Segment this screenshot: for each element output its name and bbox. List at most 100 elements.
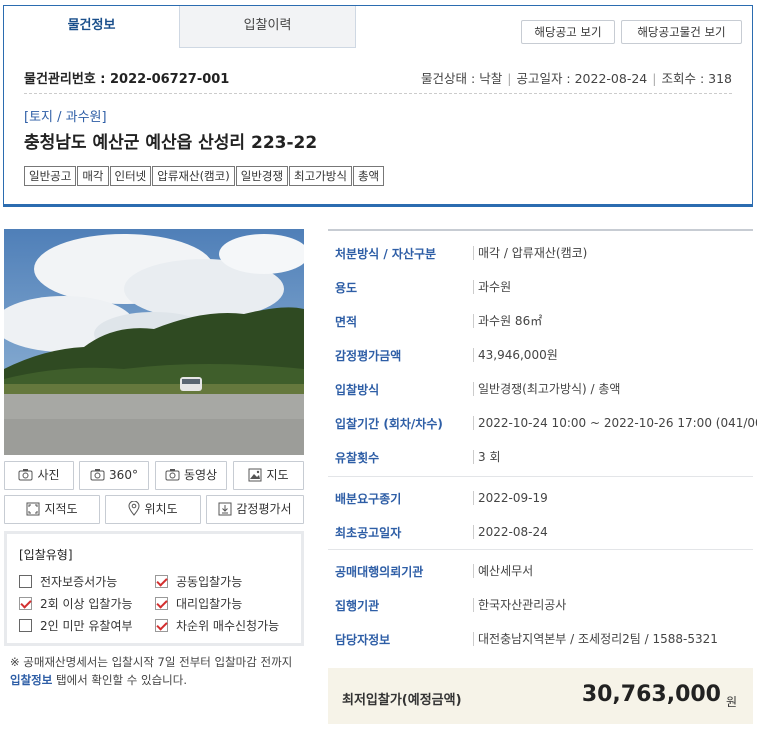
detail-label: 감정평가금액 xyxy=(335,349,402,363)
divider xyxy=(328,549,753,550)
detail-row: 공매대행의뢰기관 예산세무서 xyxy=(328,555,753,589)
bid-option: 2회 이상 입찰가능 xyxy=(19,595,133,612)
detail-value: 2022-09-19 xyxy=(473,491,548,505)
tag: 매각 xyxy=(77,166,109,186)
tag: 일반공고 xyxy=(24,166,77,186)
detail-row: 처분방식 / 자산구분 매각 / 압류재산(캠코) xyxy=(328,237,753,271)
view-360-button[interactable]: 360° xyxy=(79,461,149,490)
detail-label: 유찰횟수 xyxy=(335,451,380,465)
map-pin-icon xyxy=(128,500,140,516)
item-status: 물건상태 : 낙찰 xyxy=(421,71,503,86)
tag: 일반경쟁 xyxy=(235,166,289,186)
note-suffix: 탭에서 확인할 수 있습니다. xyxy=(55,673,187,687)
detail-value: 매각 / 압류재산(캠코) xyxy=(473,246,587,260)
detail-value: 2022-10-24 10:00 ~ 2022-10-26 17:00 (041… xyxy=(473,416,757,430)
map-button-label: 지도 xyxy=(266,468,289,482)
tag: 총액 xyxy=(352,166,385,186)
bid-option-label: 2인 미만 유찰여부 xyxy=(40,619,133,633)
photo-button[interactable]: 사진 xyxy=(4,461,74,490)
minimum-bid-panel: 최저입찰가(예정금액) 30,763,000 원 xyxy=(328,668,753,724)
checkbox-unchecked-icon xyxy=(19,575,32,588)
bid-option-label: 대리입찰가능 xyxy=(176,597,243,611)
detail-value: 3 회 xyxy=(473,450,501,464)
view-360-button-label: 360° xyxy=(109,468,138,482)
detail-label: 배분요구종기 xyxy=(335,492,402,506)
video-button[interactable]: 동영상 xyxy=(155,461,227,490)
detail-row: 면적 과수원 86㎡ xyxy=(328,305,753,339)
view-count: 조회수 : 318 xyxy=(661,71,732,86)
camera-icon xyxy=(90,469,105,481)
view-notice-button[interactable]: 해당공고 보기 xyxy=(521,20,615,44)
minimum-bid-amount: 30,763,000 xyxy=(581,682,721,707)
tab-item-info[interactable]: 물건정보 xyxy=(4,6,180,48)
detail-row: 입찰방식 일반경쟁(최고가방식) / 총액 xyxy=(328,373,753,407)
tag: 최고가방식 xyxy=(289,166,352,186)
detail-value: 한국자산관리공사 xyxy=(473,598,566,612)
item-status-line: 물건상태 : 낙찰 | 공고일자 : 2022-08-24 | 조회수 : 318 xyxy=(421,71,732,86)
detail-value: 대전충남지역본부 / 조세정리2팀 / 1588-5321 xyxy=(473,632,718,646)
bid-option: 대리입찰가능 xyxy=(155,595,242,612)
detail-label: 입찰기간 (회차/차수) xyxy=(335,417,443,431)
tag: 인터넷 xyxy=(109,166,152,186)
tag-list: 일반공고 매각 인터넷 압류재산(캠코) 일반경쟁 최고가방식 총액 xyxy=(24,166,385,186)
detail-value: 과수원 86㎡ xyxy=(473,314,542,328)
minimum-bid-unit: 원 xyxy=(725,695,737,709)
cadastral-map-button[interactable]: 지적도 xyxy=(4,495,100,524)
detail-value: 2022-08-24 xyxy=(473,525,548,539)
detail-row: 유찰횟수 3 회 xyxy=(328,441,753,475)
detail-row: 용도 과수원 xyxy=(328,271,753,305)
detail-label: 집행기관 xyxy=(335,599,380,613)
detail-value: 일반경쟁(최고가방식) / 총액 xyxy=(473,382,620,396)
bid-option-label: 차순위 매수신청가능 xyxy=(176,619,280,633)
detail-table: 처분방식 / 자산구분 매각 / 압류재산(캠코) 용도 과수원 면적 과수원 86㎡… xyxy=(328,229,757,660)
checkbox-unchecked-icon xyxy=(19,619,32,632)
bid-info-link[interactable]: 입찰정보 xyxy=(10,673,52,687)
cadastral-map-button-label: 지적도 xyxy=(44,502,78,516)
photo-button-label: 사진 xyxy=(37,468,60,482)
bid-option: 2인 미만 유찰여부 xyxy=(19,617,133,634)
detail-label: 최초공고일자 xyxy=(335,526,402,540)
item-photo[interactable] xyxy=(4,229,304,455)
detail-row: 최초공고일자 2022-08-24 xyxy=(328,516,753,550)
minimum-bid-label: 최저입찰가(예정금액) xyxy=(342,693,462,708)
detail-row: 입찰기간 (회차/차수) 2022-10-24 10:00 ~ 2022-10-2… xyxy=(328,407,757,441)
item-address: 충청남도 예산군 예산읍 산성리 223-22 xyxy=(24,133,318,153)
checkbox-checked-icon xyxy=(155,597,168,610)
view-notice-items-button[interactable]: 해당공고물건 보기 xyxy=(621,20,742,44)
tab-bid-history[interactable]: 입찰이력 xyxy=(180,6,356,48)
appraisal-report-button[interactable]: 감정평가서 xyxy=(206,495,304,524)
management-number: 물건관리번호 : 2022-06727-001 xyxy=(24,72,230,87)
detail-row: 담당자정보 대전충남지역본부 / 조세정리2팀 / 1588-5321 xyxy=(328,623,753,657)
detail-label: 처분방식 / 자산구분 xyxy=(335,247,437,261)
location-map-button[interactable]: 위치도 xyxy=(105,495,201,524)
divider xyxy=(328,476,753,477)
camera-icon xyxy=(18,469,33,481)
checkbox-checked-icon xyxy=(155,575,168,588)
expand-icon xyxy=(26,502,40,515)
camera-icon xyxy=(165,469,180,481)
detail-label: 담당자정보 xyxy=(335,633,391,647)
map-button[interactable]: 지도 xyxy=(233,461,304,490)
detail-row: 감정평가금액 43,946,000원 xyxy=(328,339,753,373)
detail-value: 43,946,000원 xyxy=(473,348,558,362)
detail-row: 배분요구종기 2022-09-19 xyxy=(328,482,753,516)
checkbox-checked-icon xyxy=(19,597,32,610)
item-category: [토지 / 과수원] xyxy=(24,110,107,125)
detail-label: 면적 xyxy=(335,315,358,329)
bid-option-label: 2회 이상 입찰가능 xyxy=(40,597,133,611)
detail-label: 입찰방식 xyxy=(335,383,380,397)
detail-row: 집행기관 한국자산관리공사 xyxy=(328,589,753,623)
location-map-button-label: 위치도 xyxy=(144,502,178,516)
bid-option: 공동입찰가능 xyxy=(155,573,242,590)
specification-note: ※ 공매재산명세서는 입찰시작 7일 전부터 입찰마감 전까지 입찰정보 탭에서… xyxy=(10,653,300,689)
bid-type-title: [입찰유형] xyxy=(19,548,73,562)
bid-option: 차순위 매수신청가능 xyxy=(155,617,279,634)
tag: 압류재산(캠코) xyxy=(152,166,235,186)
bid-option: 전자보증서가능 xyxy=(19,573,117,590)
checkbox-checked-icon xyxy=(155,619,168,632)
item-info-row: 물건관리번호 : 2022-06727-001 물건상태 : 낙찰 | 공고일자 :… xyxy=(24,62,732,94)
notice-date: 공고일자 : 2022-08-24 xyxy=(516,71,648,86)
bid-option-label: 공동입찰가능 xyxy=(176,575,243,589)
detail-value: 과수원 xyxy=(473,280,511,294)
image-icon xyxy=(248,468,262,481)
